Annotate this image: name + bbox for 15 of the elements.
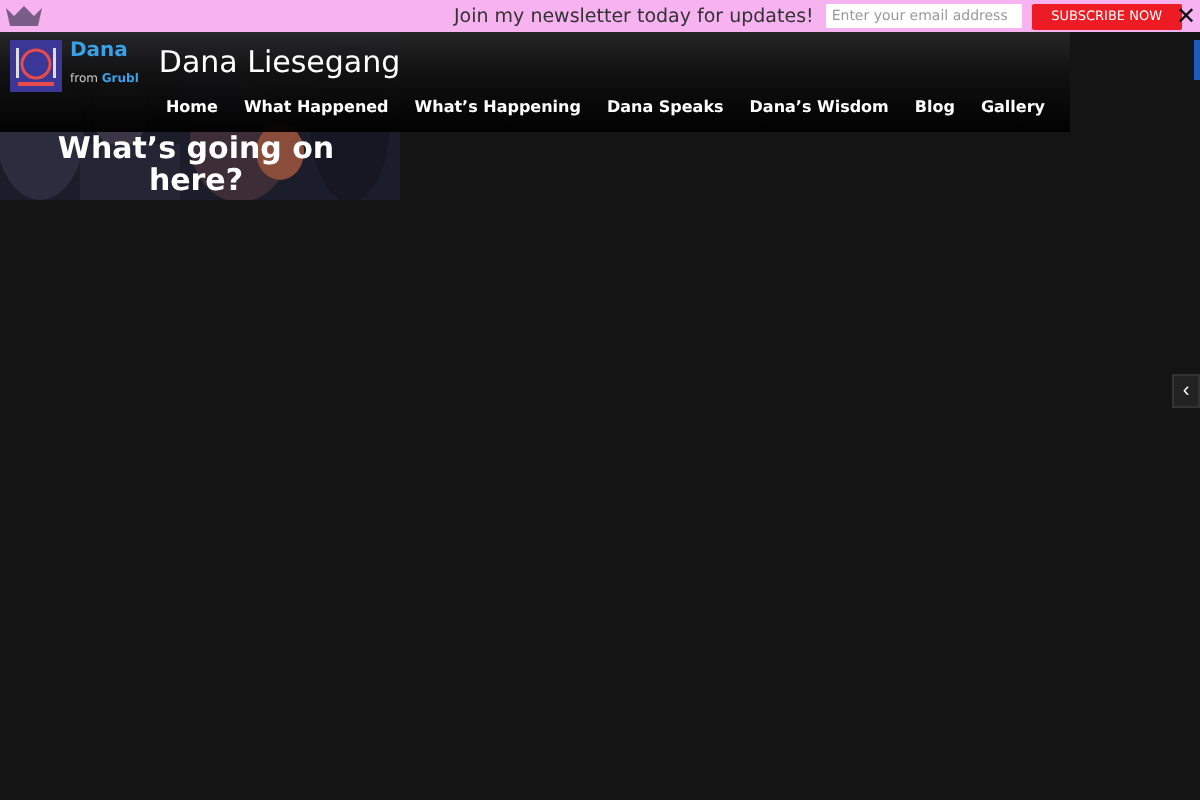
nav-link[interactable]: What Happened bbox=[230, 92, 402, 122]
hero-heading: What’s going on here? bbox=[55, 132, 337, 196]
nav-link[interactable]: Dana’s Wisdom bbox=[736, 92, 902, 122]
newsletter-message: Join my newsletter today for updates! bbox=[454, 5, 814, 27]
nav-link[interactable]: What’s Happening bbox=[401, 92, 594, 122]
logo-icon[interactable] bbox=[10, 40, 62, 92]
nav-link[interactable]: Home bbox=[152, 92, 231, 122]
nav-link[interactable]: Gallery bbox=[967, 92, 1058, 122]
logo-name[interactable]: Dana bbox=[70, 40, 139, 62]
site-title[interactable]: Dana Liesegang bbox=[158, 44, 401, 80]
nav-link[interactable]: Dana Speaks bbox=[593, 92, 737, 122]
crown-icon bbox=[6, 6, 42, 26]
side-tab-button[interactable]: ‹ bbox=[1172, 374, 1200, 408]
side-strip bbox=[1194, 40, 1200, 80]
nav-link[interactable]: Blog bbox=[901, 92, 968, 122]
